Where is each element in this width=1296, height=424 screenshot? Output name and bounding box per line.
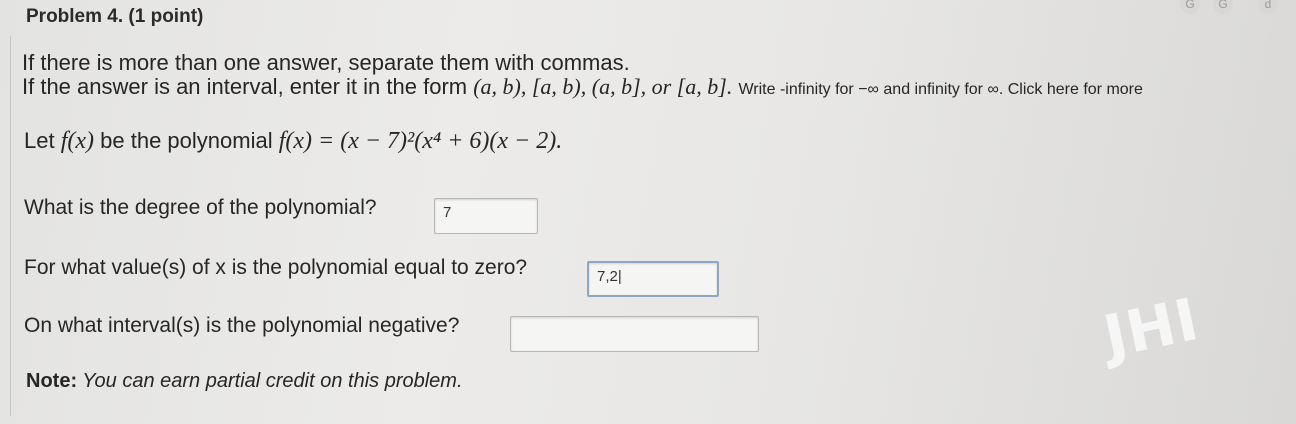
interval-forms: (a, b), [a, b), (a, b], or [a, b]. [473,74,733,99]
note-label: Note: [26,370,78,392]
instruction-interval: If the answer is an interval, enter it i… [22,76,1143,101]
toolbar-g-icon[interactable]: G [1180,0,1200,14]
poly-fx: f(x) [60,128,95,154]
toolbar-g-icon-2[interactable]: G [1213,0,1233,14]
question-zeros-label: For what value(s) of x is the polynomial… [24,256,528,279]
poly-middle: be the polynomial [100,128,279,153]
toolbar-d-icon[interactable]: d [1258,0,1278,14]
negative-interval-answer-input[interactable] [510,316,759,352]
poly-expression: f(x) = (x − 7)²(x⁴ + 6)(x − 2). [278,128,563,154]
note-text: You can earn partial credit on this prob… [77,370,463,392]
zeros-answer-input[interactable]: 7,2| [587,261,719,297]
background-watermark: JHI [1097,284,1205,372]
instruction-interval-start: If the answer is an interval, enter it i… [22,74,474,99]
poly-prefix: Let [24,128,61,153]
question-negative-label: On what interval(s) is the polynomial ne… [24,314,460,337]
problem-title: Problem 4. (1 point) [26,6,204,27]
infinity-instruction-link[interactable]: Write -infinity for −∞ and infinity for … [738,81,1142,98]
polynomial-definition: Let f(x) be the polynomial f(x) = (x − 7… [24,128,562,155]
degree-answer-input[interactable]: 7 [434,198,538,234]
question-degree-label: What is the degree of the polynomial? [24,196,377,219]
partial-credit-note: Note: You can earn partial credit on thi… [26,370,463,393]
left-border [10,36,11,416]
instruction-commas: If there is more than one answer, separa… [22,50,630,75]
